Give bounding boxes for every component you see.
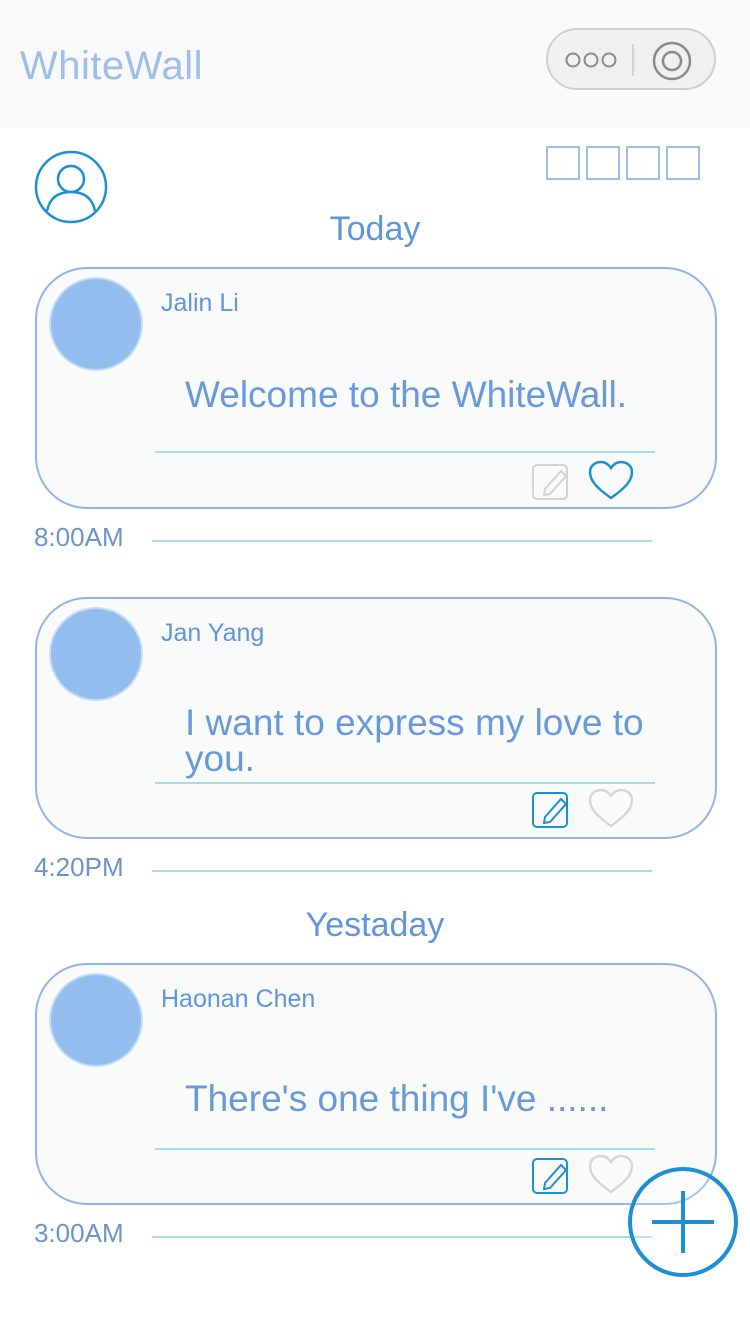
app-title: WhiteWall [20, 44, 204, 88]
post-author: Jan Yang [161, 619, 265, 647]
avatar[interactable] [49, 277, 143, 371]
section-heading-yesterday: Yestaday [305, 906, 445, 944]
mini-program-capsule [546, 28, 716, 90]
post-time: 8:00AM [34, 522, 124, 552]
post-message: There's one thing I've ...... [185, 1078, 609, 1119]
heart-icon[interactable] [587, 459, 635, 503]
message-underline [155, 1148, 655, 1150]
title-bar: WhiteWall [0, 0, 750, 128]
post-time: 3:00AM [34, 1218, 124, 1248]
more-icon[interactable] [564, 48, 618, 72]
heart-icon[interactable] [587, 787, 635, 831]
message-underline [155, 782, 655, 784]
message-underline [155, 451, 655, 453]
time-divider [152, 1236, 652, 1238]
post-author: Jalin Li [161, 289, 239, 317]
post-time: 4:20PM [34, 852, 124, 882]
post-author: Haonan Chen [161, 985, 316, 1013]
post-time-row: 4:20PM [34, 848, 654, 888]
post-card[interactable]: Jan Yang I want to express my love to yo… [35, 597, 717, 839]
target-icon[interactable] [652, 41, 692, 81]
time-divider [152, 870, 652, 872]
post-card[interactable]: Haonan Chen There's one thing I've .....… [35, 963, 717, 1205]
avatar[interactable] [49, 607, 143, 701]
edit-icon[interactable] [531, 461, 573, 503]
app-root: WhiteWall Today Jalin Li Welcome to the … [0, 0, 750, 1334]
post-card[interactable]: Jalin Li Welcome to the WhiteWall. [35, 267, 717, 509]
section-heading-today: Today [329, 210, 421, 248]
post-message: Welcome to the WhiteWall. [185, 374, 628, 415]
add-icon[interactable] [626, 1165, 740, 1279]
post-time-row: 3:00AM [34, 1214, 654, 1254]
edit-icon[interactable] [531, 789, 573, 831]
time-divider [152, 540, 652, 542]
edit-icon[interactable] [531, 1155, 573, 1197]
post-message: I want to express my love to you. [185, 702, 644, 779]
grid-icon[interactable] [546, 144, 702, 182]
avatar[interactable] [49, 973, 143, 1067]
post-time-row: 8:00AM [34, 518, 654, 558]
capsule-divider [632, 44, 634, 76]
